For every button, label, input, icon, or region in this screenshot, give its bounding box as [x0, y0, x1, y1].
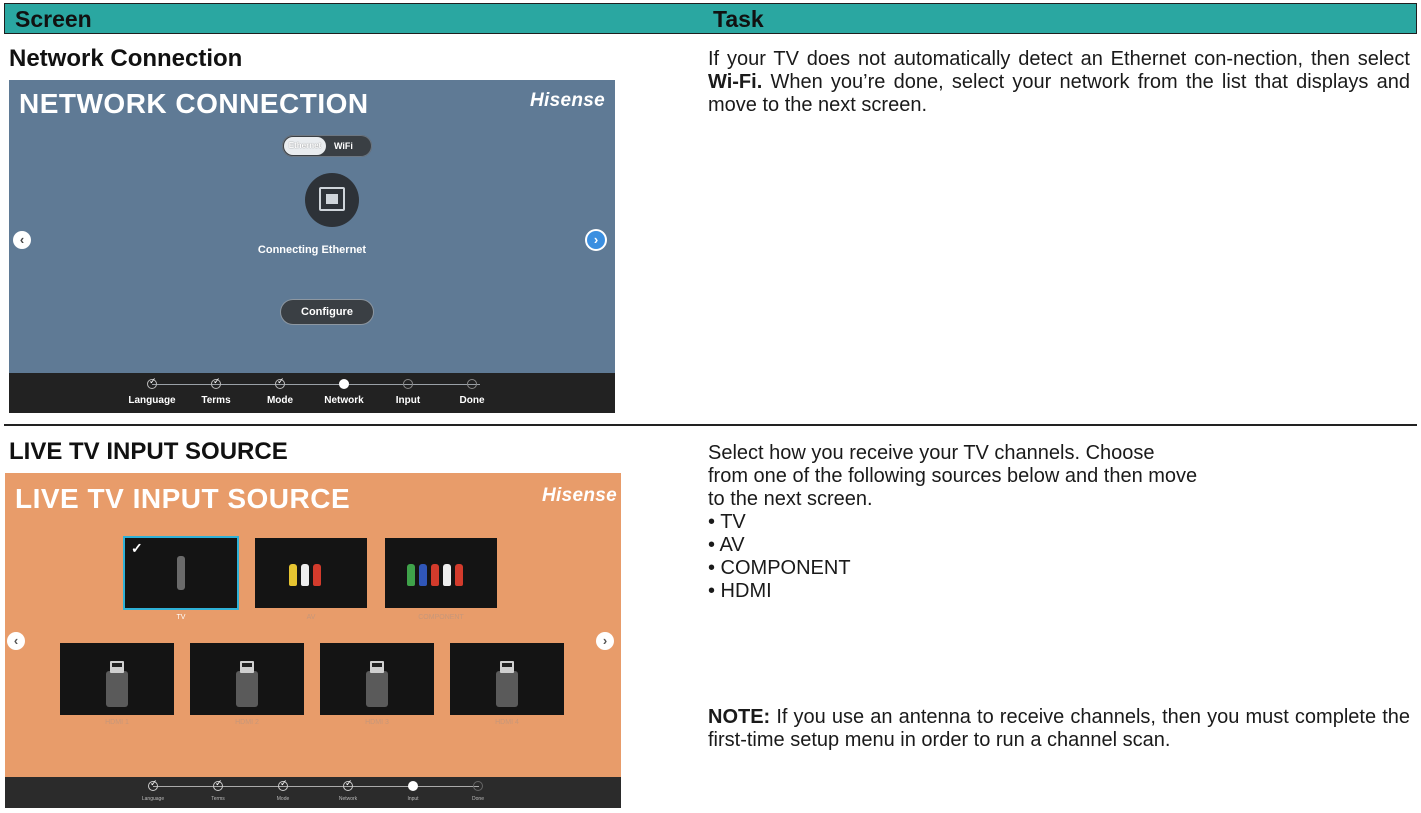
step-label: Network [324, 395, 364, 406]
source-label: HDMI 4 [495, 719, 519, 726]
source-label: TV [176, 614, 186, 621]
hdmi-plug-icon [366, 661, 388, 707]
bullet-item: • TV [708, 511, 746, 533]
source-tile-tv[interactable]: ✓ [125, 538, 237, 608]
step-label: Terms [211, 796, 225, 802]
note-label: NOTE: [708, 706, 771, 728]
source-label: HDMI 1 [105, 719, 129, 726]
step-network-dot [343, 778, 353, 791]
setup-progress-bar: Language Terms Mode Network Input Done [9, 373, 615, 413]
connection-type-toggle[interactable]: Ethernet WiFi [282, 135, 372, 157]
source-label: HDMI 2 [235, 719, 259, 726]
task-text: Select how you receive your TV channels.… [708, 442, 1155, 464]
bullet-item: • AV [708, 534, 745, 556]
task-column-header: Task [713, 6, 764, 32]
tv-screen-title: NETWORK CONNECTION [19, 88, 369, 119]
setup-progress-bar: Language Terms Mode Network Input Done [5, 777, 621, 808]
hisense-logo: Hisense [530, 90, 605, 111]
step-label: Language [141, 796, 165, 802]
bullet-item: • COMPONENT [708, 557, 851, 579]
section-heading-network: Network Connection [9, 45, 243, 72]
check-icon: ✓ [131, 540, 143, 556]
step-language-dot [147, 376, 157, 389]
note-text: If you use an antenna to receive channel… [708, 706, 1410, 751]
wifi-option[interactable]: WiFi [334, 135, 353, 157]
source-label: HDMI 3 [365, 719, 389, 726]
bullet-item: • HDMI [708, 580, 772, 602]
hdmi-plug-icon [106, 661, 128, 707]
row-divider [4, 424, 1417, 426]
step-label: Mode [266, 395, 294, 406]
task-text: to the next screen. [708, 488, 873, 510]
step-input-dot [408, 781, 418, 791]
coax-connector-icon [177, 556, 185, 590]
source-label: COMPONENT [418, 614, 464, 621]
step-done-dot [467, 379, 477, 389]
source-tile-hdmi-3[interactable] [320, 643, 434, 715]
step-label: Done [472, 796, 484, 802]
step-label: Language [128, 395, 176, 406]
live-tv-input-screenshot: LIVE TV INPUT SOURCE Hisense ✓ TV AV COM… [5, 473, 621, 808]
source-tile-hdmi-4[interactable] [450, 643, 564, 715]
source-label: AV [306, 614, 316, 621]
step-language-dot [148, 778, 158, 791]
task-text: If your TV does not automatically detect… [708, 48, 1410, 70]
step-network-dot [339, 379, 349, 389]
step-terms-dot [211, 376, 221, 389]
hdmi-plug-icon [496, 661, 518, 707]
screen-column-header: Screen [15, 6, 92, 32]
step-label: Input [395, 395, 421, 406]
ethernet-option[interactable]: Ethernet [284, 137, 326, 155]
step-done-dot [473, 781, 483, 791]
step-mode-dot [278, 778, 288, 791]
network-connection-screenshot: NETWORK CONNECTION Hisense Ethernet WiFi… [9, 80, 615, 413]
task-text: from one of the following sources below … [708, 465, 1198, 487]
step-terms-dot [213, 778, 223, 791]
step-input-dot [403, 379, 413, 389]
network-task-text: If your TV does not automatically detect… [708, 48, 1410, 117]
step-label: Mode [276, 796, 290, 802]
hisense-logo: Hisense [542, 485, 617, 506]
step-label: Terms [201, 395, 231, 406]
source-tile-component[interactable] [385, 538, 497, 608]
rca-cables-icon [289, 560, 333, 586]
connection-status: Connecting Ethernet [257, 244, 367, 256]
chevron-left-icon[interactable]: ‹ [7, 632, 25, 650]
step-label: Input [407, 796, 419, 802]
chevron-left-icon[interactable]: ‹ [13, 231, 31, 249]
step-label: Done [459, 395, 485, 406]
hdmi-plug-icon [236, 661, 258, 707]
configure-button[interactable]: Configure [281, 300, 373, 324]
task-text: When you’re done, select your network fr… [708, 71, 1410, 116]
wifi-emphasis: Wi-Fi. [708, 71, 763, 93]
source-tile-hdmi-1[interactable] [60, 643, 174, 715]
input-task-intro: Select how you receive your TV channels.… [708, 442, 1410, 603]
component-cables-icon [407, 560, 477, 586]
table-header: Screen Task [4, 3, 1417, 34]
section-heading-input: LIVE TV INPUT SOURCE [9, 438, 288, 465]
step-mode-dot [275, 376, 285, 389]
step-label: Network [338, 796, 358, 802]
chevron-right-icon[interactable]: › [587, 231, 605, 249]
input-task-note: NOTE: If you use an antenna to receive c… [708, 706, 1410, 752]
tv-screen-title: LIVE TV INPUT SOURCE [15, 483, 351, 514]
chevron-right-icon[interactable]: › [596, 632, 614, 650]
source-tile-hdmi-2[interactable] [190, 643, 304, 715]
source-tile-av[interactable] [255, 538, 367, 608]
ethernet-port-icon [305, 173, 359, 227]
